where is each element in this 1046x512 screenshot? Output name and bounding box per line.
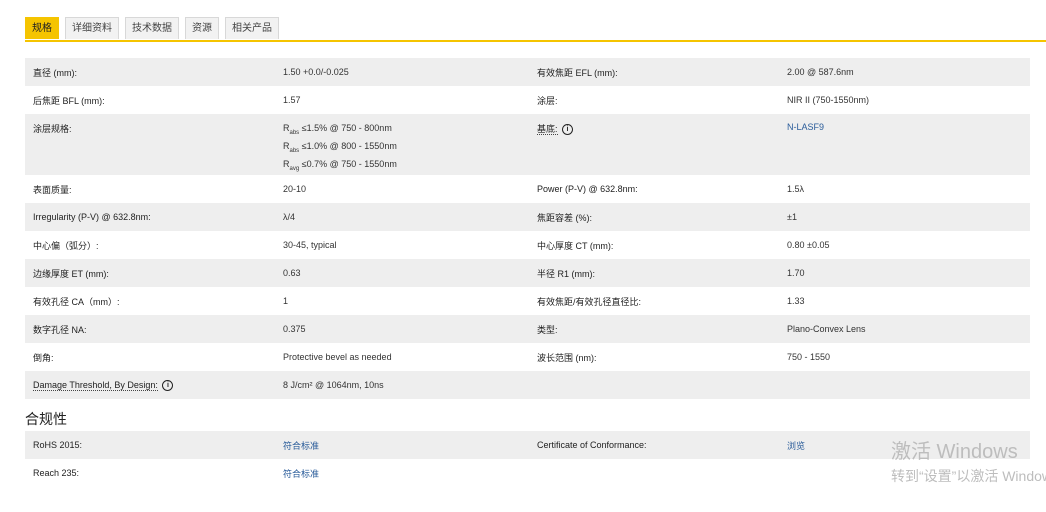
empty-cell (779, 371, 1030, 400)
label-bfl: 后焦距 BFL (mm): (25, 86, 275, 114)
label-certificate: Certificate of Conformance: (529, 431, 779, 459)
label-f-number: 有效焦距/有效孔径直径比: (529, 287, 779, 316)
windows-activation-watermark: 激活 Windows 转到“设置”以激活 Windows。 (891, 440, 1046, 486)
label-type: 类型: (529, 315, 779, 344)
table-row: 数字孔径 NA: 0.375 类型: Plano-Convex Lens (25, 315, 1030, 344)
table-row: 有效孔径 CA（mm）: 1 有效焦距/有效孔径直径比: 1.33 (25, 287, 1030, 316)
label-centering: 中心偏（弧分）: (25, 231, 275, 260)
reach-compliant-link[interactable]: 符合标准 (275, 459, 529, 487)
label-center-thickness: 中心厚度 CT (mm): (529, 231, 779, 260)
rohs-compliant-link[interactable]: 符合标准 (275, 431, 529, 459)
table-row: 倒角: Protective bevel as needed 波长范围 (nm)… (25, 343, 1030, 372)
value-coating-spec: Rabs ≤1.5% @ 750 - 800nm Rabs ≤1.0% @ 80… (275, 114, 529, 176)
watermark-line2: 转到“设置”以激活 Windows。 (891, 468, 1046, 484)
table-row: Reach 235: 符合标准 (25, 459, 1030, 487)
table-row: 表面质量: 20-10 Power (P-V) @ 632.8nm: 1.5λ (25, 175, 1030, 204)
label-edge-thickness: 边缘厚度 ET (mm): (25, 259, 275, 288)
value-power: 1.5λ (779, 175, 1030, 204)
compliance-title: 合规性 (25, 411, 67, 427)
table-row: 边缘厚度 ET (mm): 0.63 半径 R1 (mm): 1.70 (25, 259, 1030, 288)
label-rohs: RoHS 2015: (25, 431, 275, 459)
value-surface-quality: 20-10 (275, 175, 529, 204)
table-row: 后焦距 BFL (mm): 1.57 涂层: NIR II (750-1550n… (25, 86, 1030, 114)
label-reach: Reach 235: (25, 459, 275, 487)
value-irregularity: λ/4 (275, 203, 529, 232)
label-damage-threshold: Damage Threshold, By Design: i (25, 371, 275, 400)
spec-table: 直径 (mm): 1.50 +0.0/-0.025 有效焦距 EFL (mm):… (25, 58, 1030, 400)
label-substrate: 基底: i (529, 114, 779, 176)
label-irregularity: Irregularity (P-V) @ 632.8nm: (25, 203, 275, 232)
label-bevel: 倒角: (25, 343, 275, 372)
value-diameter: 1.50 +0.0/-0.025 (275, 58, 529, 86)
damage-threshold-label-text: Damage Threshold, By Design: (33, 379, 158, 391)
label-surface-quality: 表面质量: (25, 175, 275, 204)
table-row: 涂层规格: Rabs ≤1.5% @ 750 - 800nm Rabs ≤1.0… (25, 114, 1030, 176)
info-icon[interactable]: i (562, 124, 574, 136)
empty-cell (529, 459, 779, 487)
value-type: Plano-Convex Lens (779, 315, 1030, 344)
value-damage-threshold: 8 J/cm² @ 1064nm, 10ns (275, 371, 529, 400)
value-efl: 2.00 @ 587.6nm (779, 58, 1030, 86)
table-row: 中心偏（弧分）: 30-45, typical 中心厚度 CT (mm): 0.… (25, 231, 1030, 260)
tab-resources[interactable]: 资源 (185, 17, 219, 39)
value-edge-thickness: 0.63 (275, 259, 529, 288)
coating-spec-line: Ravg ≤0.7% @ 750 - 1550nm (283, 158, 397, 172)
value-centering: 30-45, typical (275, 231, 529, 260)
substrate-label-text: 基底: (537, 124, 558, 135)
table-row: RoHS 2015: 符合标准 Certificate of Conforman… (25, 431, 1030, 459)
coating-spec-line: Rabs ≤1.5% @ 750 - 800nm (283, 123, 392, 136)
value-center-thickness: 0.80 ±0.05 (779, 231, 1030, 260)
label-diameter: 直径 (mm): (25, 58, 275, 86)
tab-bar: 规格 详细资料 技术数据 资源 相关产品 (25, 17, 279, 41)
label-focal-tolerance: 焦距容差 (%): (529, 203, 779, 232)
tab-technical-data[interactable]: 技术数据 (125, 17, 179, 39)
label-numerical-aperture: 数字孔径 NA: (25, 315, 275, 344)
coating-spec-line: Rabs ≤1.0% @ 800 - 1550nm (283, 140, 397, 154)
value-bfl: 1.57 (275, 86, 529, 114)
empty-cell (529, 371, 779, 400)
label-coating-spec: 涂层规格: (25, 114, 275, 176)
tab-specifications[interactable]: 规格 (25, 17, 59, 39)
tab-related-products[interactable]: 相关产品 (225, 17, 279, 39)
value-f-number: 1.33 (779, 287, 1030, 316)
label-radius: 半径 R1 (mm): (529, 259, 779, 288)
compliance-table: RoHS 2015: 符合标准 Certificate of Conforman… (25, 431, 1030, 487)
table-row: Irregularity (P-V) @ 632.8nm: λ/4 焦距容差 (… (25, 203, 1030, 232)
value-radius: 1.70 (779, 259, 1030, 288)
substrate-link[interactable]: N-LASF9 (779, 114, 1030, 176)
watermark-line1: 激活 Windows (891, 441, 1018, 463)
label-power: Power (P-V) @ 632.8nm: (529, 175, 779, 204)
value-bevel: Protective bevel as needed (275, 343, 529, 372)
value-wavelength-range: 750 - 1550 (779, 343, 1030, 372)
label-wavelength-range: 波长范围 (nm): (529, 343, 779, 372)
info-icon[interactable]: i (162, 379, 174, 391)
label-efl: 有效焦距 EFL (mm): (529, 58, 779, 86)
tab-underline (25, 40, 1046, 42)
label-clear-aperture: 有效孔径 CA（mm）: (25, 287, 275, 316)
tab-details[interactable]: 详细资料 (65, 17, 119, 39)
value-numerical-aperture: 0.375 (275, 315, 529, 344)
table-row: 直径 (mm): 1.50 +0.0/-0.025 有效焦距 EFL (mm):… (25, 58, 1030, 86)
value-coating: NIR II (750-1550nm) (779, 86, 1030, 114)
label-coating: 涂层: (529, 86, 779, 114)
value-clear-aperture: 1 (275, 287, 529, 316)
table-row: Damage Threshold, By Design: i 8 J/cm² @… (25, 371, 1030, 400)
value-focal-tolerance: ±1 (779, 203, 1030, 232)
